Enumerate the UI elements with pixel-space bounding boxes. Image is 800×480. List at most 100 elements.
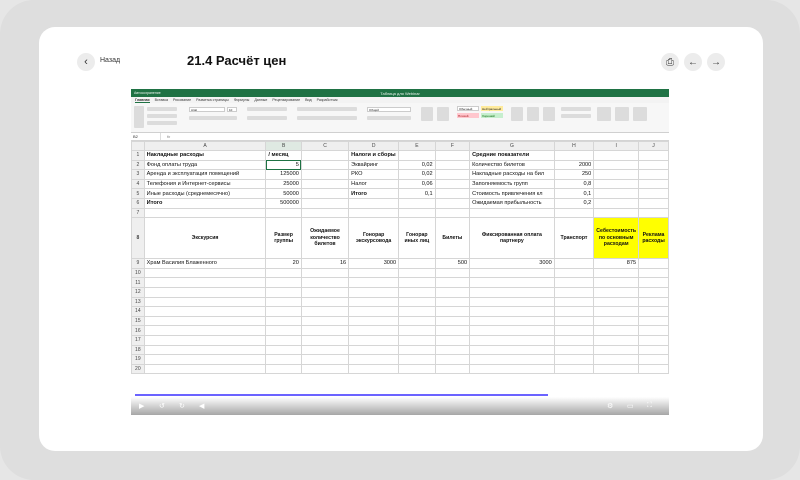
cell[interactable]: 25000 (265, 178, 302, 190)
cell[interactable] (434, 188, 471, 199)
cell[interactable] (434, 315, 471, 327)
cell[interactable]: РКО (348, 169, 400, 180)
cell[interactable] (265, 325, 302, 336)
cell[interactable]: 500000 (265, 197, 302, 209)
cell[interactable] (638, 258, 669, 269)
cell[interactable] (469, 286, 555, 298)
cell[interactable] (434, 354, 471, 365)
cell[interactable]: 5 (265, 159, 302, 171)
cell[interactable] (300, 325, 350, 336)
cell[interactable] (638, 178, 669, 190)
cell[interactable] (434, 286, 471, 298)
cell[interactable] (593, 296, 640, 308)
cell[interactable] (553, 325, 595, 336)
cell[interactable] (398, 207, 436, 219)
cell[interactable] (593, 277, 640, 288)
paste-button[interactable] (134, 106, 144, 128)
cell[interactable] (265, 277, 302, 288)
number-format-select[interactable]: Общий (367, 107, 411, 112)
cell[interactable]: Количество билетов (469, 159, 555, 171)
cell[interactable]: Накладные расходы (143, 150, 267, 161)
cell[interactable] (265, 354, 302, 365)
cell[interactable]: Ожидаемое количество билетов (300, 217, 350, 260)
conditional-format-button[interactable] (421, 107, 433, 121)
cell[interactable] (593, 150, 640, 161)
cell[interactable] (143, 325, 267, 336)
cell[interactable] (469, 325, 555, 336)
row-header[interactable]: 15 (131, 315, 145, 327)
cell[interactable] (434, 207, 471, 219)
cell[interactable] (638, 207, 669, 219)
column-header[interactable]: B (265, 141, 302, 151)
row-header[interactable]: 5 (131, 188, 145, 199)
cell[interactable] (434, 296, 471, 308)
cell[interactable] (143, 363, 267, 375)
font-format-buttons[interactable] (189, 116, 237, 120)
cell[interactable]: Экскурсия (143, 217, 267, 260)
volume-icon[interactable]: ◀ (199, 402, 204, 410)
cell[interactable]: 0,1 (398, 188, 436, 199)
bookmark-button[interactable]: ⎙ (661, 53, 679, 71)
cell[interactable] (143, 277, 267, 288)
cell[interactable] (434, 325, 471, 336)
row-header[interactable]: 10 (131, 267, 145, 279)
cell[interactable]: 0,2 (553, 197, 595, 209)
cell[interactable] (638, 334, 669, 346)
cell[interactable] (300, 169, 350, 180)
cell[interactable] (265, 296, 302, 308)
row-header[interactable]: 20 (131, 363, 145, 375)
cell[interactable] (469, 306, 555, 317)
cell[interactable] (348, 286, 400, 298)
number-buttons[interactable] (367, 116, 411, 120)
cell[interactable] (638, 363, 669, 375)
ribbon-tab[interactable]: Рисование (173, 98, 191, 102)
cell[interactable] (638, 286, 669, 298)
cell[interactable] (265, 315, 302, 327)
cell[interactable] (265, 306, 302, 317)
cell[interactable] (553, 286, 595, 298)
cell[interactable] (593, 334, 640, 346)
cell[interactable] (434, 306, 471, 317)
cell[interactable] (593, 159, 640, 171)
cell[interactable] (593, 286, 640, 298)
cell[interactable] (553, 306, 595, 317)
column-header[interactable]: C (300, 141, 350, 151)
cell[interactable] (398, 363, 436, 375)
sort-filter-button[interactable] (597, 107, 611, 121)
cell[interactable] (348, 207, 400, 219)
cell[interactable] (553, 344, 595, 356)
cell[interactable] (398, 267, 436, 279)
cell[interactable]: Храм Василия Блаженного (143, 258, 267, 269)
row-header[interactable]: 1 (131, 150, 145, 161)
cell[interactable] (553, 363, 595, 375)
autosum-button[interactable] (561, 107, 591, 111)
cell[interactable] (300, 334, 350, 346)
cell[interactable] (300, 363, 350, 375)
cell[interactable] (638, 267, 669, 279)
cell[interactable] (469, 267, 555, 279)
row-header[interactable]: 6 (131, 197, 145, 209)
cell[interactable] (348, 334, 400, 346)
cell[interactable] (265, 334, 302, 346)
cell[interactable] (593, 354, 640, 365)
cell[interactable]: Размер группы (265, 217, 302, 260)
cell[interactable] (348, 267, 400, 279)
back-button[interactable]: ‹ (77, 53, 95, 71)
cell[interactable]: Гонорар иных лиц (398, 217, 436, 260)
cell[interactable] (300, 207, 350, 219)
row-header[interactable]: 12 (131, 286, 145, 298)
cell[interactable]: 875 (593, 258, 640, 269)
fullscreen-icon[interactable]: ⛶ (647, 402, 652, 410)
video-progress-track[interactable] (548, 394, 665, 396)
name-box[interactable]: B2 (131, 133, 161, 140)
cell[interactable] (434, 197, 471, 209)
cell[interactable] (469, 363, 555, 375)
style-normal[interactable]: Обычный (457, 106, 479, 111)
cell[interactable] (638, 306, 669, 317)
cell[interactable] (143, 306, 267, 317)
cell[interactable] (593, 207, 640, 219)
format-as-table-button[interactable] (437, 107, 449, 121)
cell[interactable]: 125000 (265, 169, 302, 180)
cell[interactable] (434, 159, 471, 171)
cell[interactable] (348, 363, 400, 375)
